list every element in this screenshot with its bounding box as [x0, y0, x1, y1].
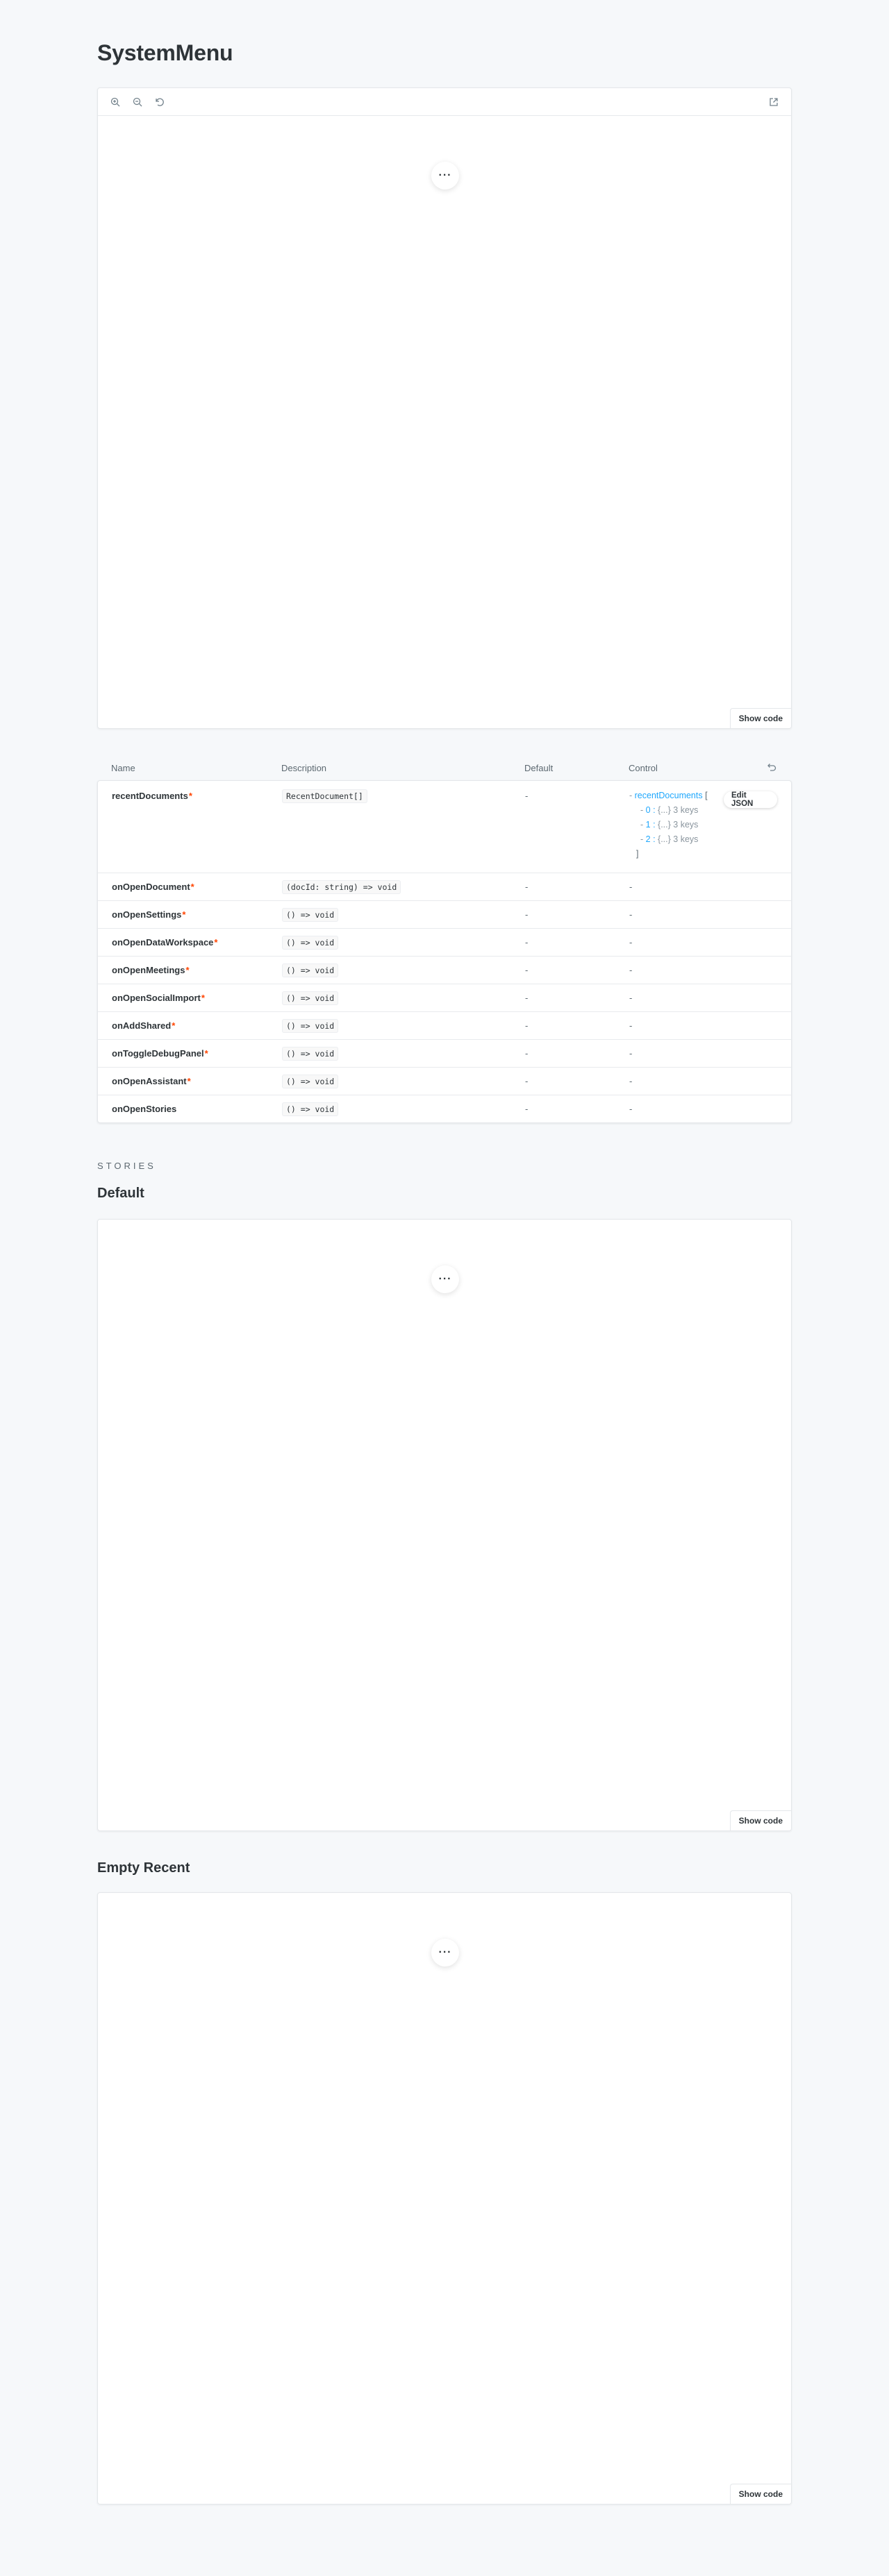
arg-name: onOpenSettings	[112, 909, 182, 920]
arg-type: () => void	[282, 936, 339, 950]
zoom-out-icon[interactable]	[130, 94, 145, 110]
arg-name: onOpenDataWorkspace	[112, 937, 214, 948]
arg-name: onAddShared	[112, 1020, 172, 1031]
arg-default: -	[525, 937, 529, 948]
table-row: onAddShared* () => void - -	[98, 1011, 791, 1039]
arg-default: -	[525, 1048, 529, 1059]
required-marker: *	[214, 937, 218, 948]
arg-default: -	[525, 882, 529, 892]
arg-name: onOpenMeetings	[112, 965, 185, 975]
arg-type: () => void	[282, 963, 339, 977]
arg-type: RecentDocument[]	[282, 789, 367, 803]
arg-name: recentDocuments	[112, 791, 188, 801]
show-code-button[interactable]: Show code	[729, 1810, 791, 1830]
system-menu-trigger-button[interactable]: ···	[431, 162, 459, 190]
table-row: onOpenSocialImport* () => void - -	[98, 984, 791, 1011]
page-title: SystemMenu	[97, 40, 233, 65]
arg-control: -	[629, 1020, 633, 1031]
header-name: Name	[111, 762, 135, 773]
required-marker: *	[188, 791, 192, 801]
arg-type: () => void	[282, 908, 339, 922]
arg-control: -	[629, 882, 633, 892]
story-title-default: Default	[97, 1186, 144, 1201]
stories-section-label: STORIES	[97, 1161, 156, 1171]
primary-story-canvas: ··· Show code	[97, 87, 792, 729]
arg-control: -	[629, 993, 633, 1003]
arg-type: () => void	[282, 1102, 339, 1116]
table-row: onOpenAssistant* () => void - -	[98, 1067, 791, 1095]
arg-name: onOpenSocialImport	[112, 993, 201, 1003]
json-root-key[interactable]: recentDocuments	[635, 791, 703, 800]
arg-default: -	[525, 1104, 529, 1114]
json-item[interactable]: - 1 : {...} 3 keys	[629, 818, 777, 832]
required-marker: *	[172, 1020, 176, 1031]
arg-control: -	[629, 1104, 633, 1114]
arg-name: onToggleDebugPanel	[112, 1048, 204, 1059]
args-table-header: Name Description Default Control	[97, 755, 792, 780]
arg-default: -	[525, 993, 529, 1003]
open-new-tab-icon[interactable]	[766, 94, 781, 110]
arg-type: () => void	[282, 1047, 339, 1061]
args-table: Name Description Default Control recentD…	[97, 755, 792, 1123]
arg-name: onOpenDocument	[112, 882, 190, 892]
docs-page: SystemMenu ··· Show code Name Descriptio…	[0, 0, 889, 2576]
required-marker: *	[204, 1048, 208, 1059]
edit-json-button[interactable]: Edit JSON	[724, 791, 777, 808]
story-canvas-empty-recent: ··· Show code	[97, 1892, 792, 2505]
table-row: onOpenSettings* () => void - -	[98, 900, 791, 928]
required-marker: *	[185, 965, 190, 975]
header-default: Default	[524, 762, 554, 773]
arg-default: -	[525, 909, 529, 920]
args-table-body: recentDocuments* RecentDocument[] - - re…	[97, 780, 792, 1123]
header-description: Description	[281, 762, 327, 773]
arg-type: () => void	[282, 1019, 339, 1033]
arg-control: -	[629, 909, 633, 920]
canvas-toolbar	[98, 88, 791, 116]
story-title-empty-recent: Empty Recent	[97, 1860, 190, 1876]
arg-type: (docId: string) => void	[282, 880, 401, 894]
arg-control: -	[629, 965, 633, 975]
arg-type: () => void	[282, 1075, 339, 1088]
arg-type: () => void	[282, 991, 339, 1005]
table-row: onOpenDocument* (docId: string) => void …	[98, 873, 791, 900]
story-canvas-default: ··· Show code	[97, 1219, 792, 1831]
arg-default: -	[525, 791, 529, 801]
table-row: onOpenStories () => void - -	[98, 1095, 791, 1122]
arg-default: -	[525, 1020, 529, 1031]
arg-default: -	[525, 965, 529, 975]
show-code-button[interactable]: Show code	[729, 708, 791, 728]
reset-zoom-icon[interactable]	[152, 94, 167, 110]
required-marker: *	[190, 882, 194, 892]
arg-control: -	[629, 937, 633, 948]
required-marker: *	[187, 1076, 191, 1086]
undo-icon[interactable]	[767, 762, 778, 773]
header-control: Control	[629, 762, 658, 773]
system-menu-trigger-button[interactable]: ···	[431, 1939, 459, 1967]
table-row: onToggleDebugPanel* () => void - -	[98, 1039, 791, 1067]
arg-control: -	[629, 1076, 633, 1086]
collapse-toggle[interactable]: -	[629, 791, 635, 800]
zoom-in-icon[interactable]	[108, 94, 123, 110]
arg-control: -	[629, 1048, 633, 1059]
system-menu-trigger-button[interactable]: ···	[431, 1265, 459, 1293]
arg-name: onOpenStories	[112, 1104, 177, 1114]
required-marker: *	[182, 909, 186, 920]
json-control: - recentDocuments [ - 0 : {...} 3 keys -…	[629, 791, 777, 861]
table-row: onOpenDataWorkspace* () => void - -	[98, 928, 791, 956]
json-item[interactable]: - 2 : {...} 3 keys	[629, 832, 777, 847]
arg-default: -	[525, 1076, 529, 1086]
show-code-button[interactable]: Show code	[729, 2484, 791, 2504]
table-row: recentDocuments* RecentDocument[] - - re…	[98, 781, 791, 873]
arg-name: onOpenAssistant	[112, 1076, 187, 1086]
table-row: onOpenMeetings* () => void - -	[98, 956, 791, 984]
required-marker: *	[201, 993, 205, 1003]
